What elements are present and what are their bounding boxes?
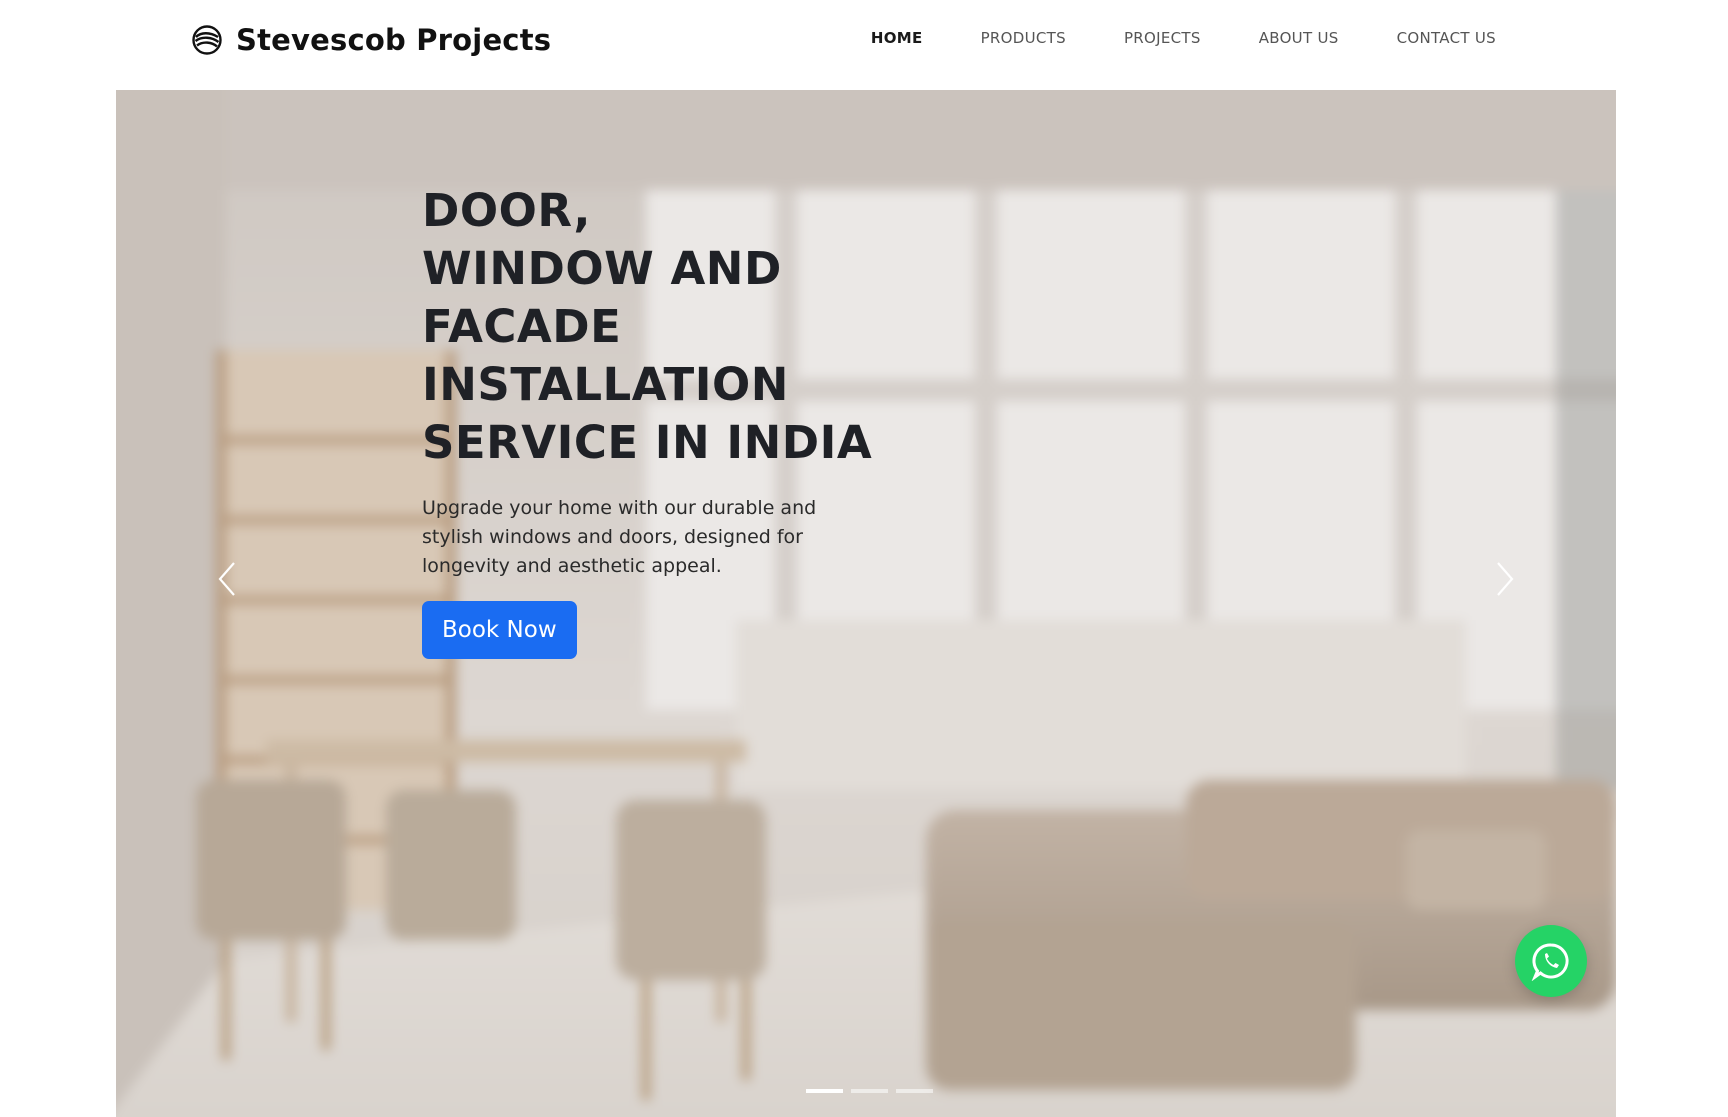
carousel-next-button[interactable] bbox=[1490, 557, 1520, 601]
book-now-button[interactable]: Book Now bbox=[422, 601, 577, 659]
hero-content: DOOR, WINDOW AND FACADE INSTALLATION SER… bbox=[422, 182, 942, 659]
hero-carousel: DOOR, WINDOW AND FACADE INSTALLATION SER… bbox=[116, 90, 1616, 1117]
hero-title: DOOR, WINDOW AND FACADE INSTALLATION SER… bbox=[422, 184, 873, 469]
carousel-prev-button[interactable] bbox=[212, 557, 242, 601]
chevron-right-icon bbox=[1497, 562, 1514, 596]
hero-subtitle: Upgrade your home with our durable and s… bbox=[422, 497, 817, 577]
brand-logo-link[interactable]: Stevescob Projects bbox=[192, 20, 551, 60]
nav-item-about-us[interactable]: ABOUT US bbox=[1259, 27, 1339, 49]
whatsapp-chat-button[interactable] bbox=[1515, 925, 1587, 997]
main-nav: HOME PRODUCTS PROJECTS ABOUT US CONTACT … bbox=[871, 27, 1496, 49]
carousel-indicator-2[interactable] bbox=[851, 1089, 888, 1093]
nav-item-projects[interactable]: PROJECTS bbox=[1124, 27, 1201, 49]
nav-item-contact-us[interactable]: CONTACT US bbox=[1397, 27, 1496, 49]
brand-name: Stevescob Projects bbox=[236, 23, 552, 57]
nav-item-products[interactable]: PRODUCTS bbox=[981, 27, 1066, 49]
carousel-indicator-1[interactable] bbox=[806, 1089, 843, 1093]
carousel-indicators bbox=[806, 1089, 933, 1093]
chevron-left-icon bbox=[218, 562, 235, 596]
nav-item-home[interactable]: HOME bbox=[871, 27, 923, 49]
whatsapp-icon bbox=[1531, 943, 1569, 981]
swirl-logo-icon bbox=[192, 25, 222, 55]
carousel-indicator-3[interactable] bbox=[896, 1089, 933, 1093]
site-header: Stevescob Projects HOME PRODUCTS PROJECT… bbox=[0, 0, 1728, 90]
